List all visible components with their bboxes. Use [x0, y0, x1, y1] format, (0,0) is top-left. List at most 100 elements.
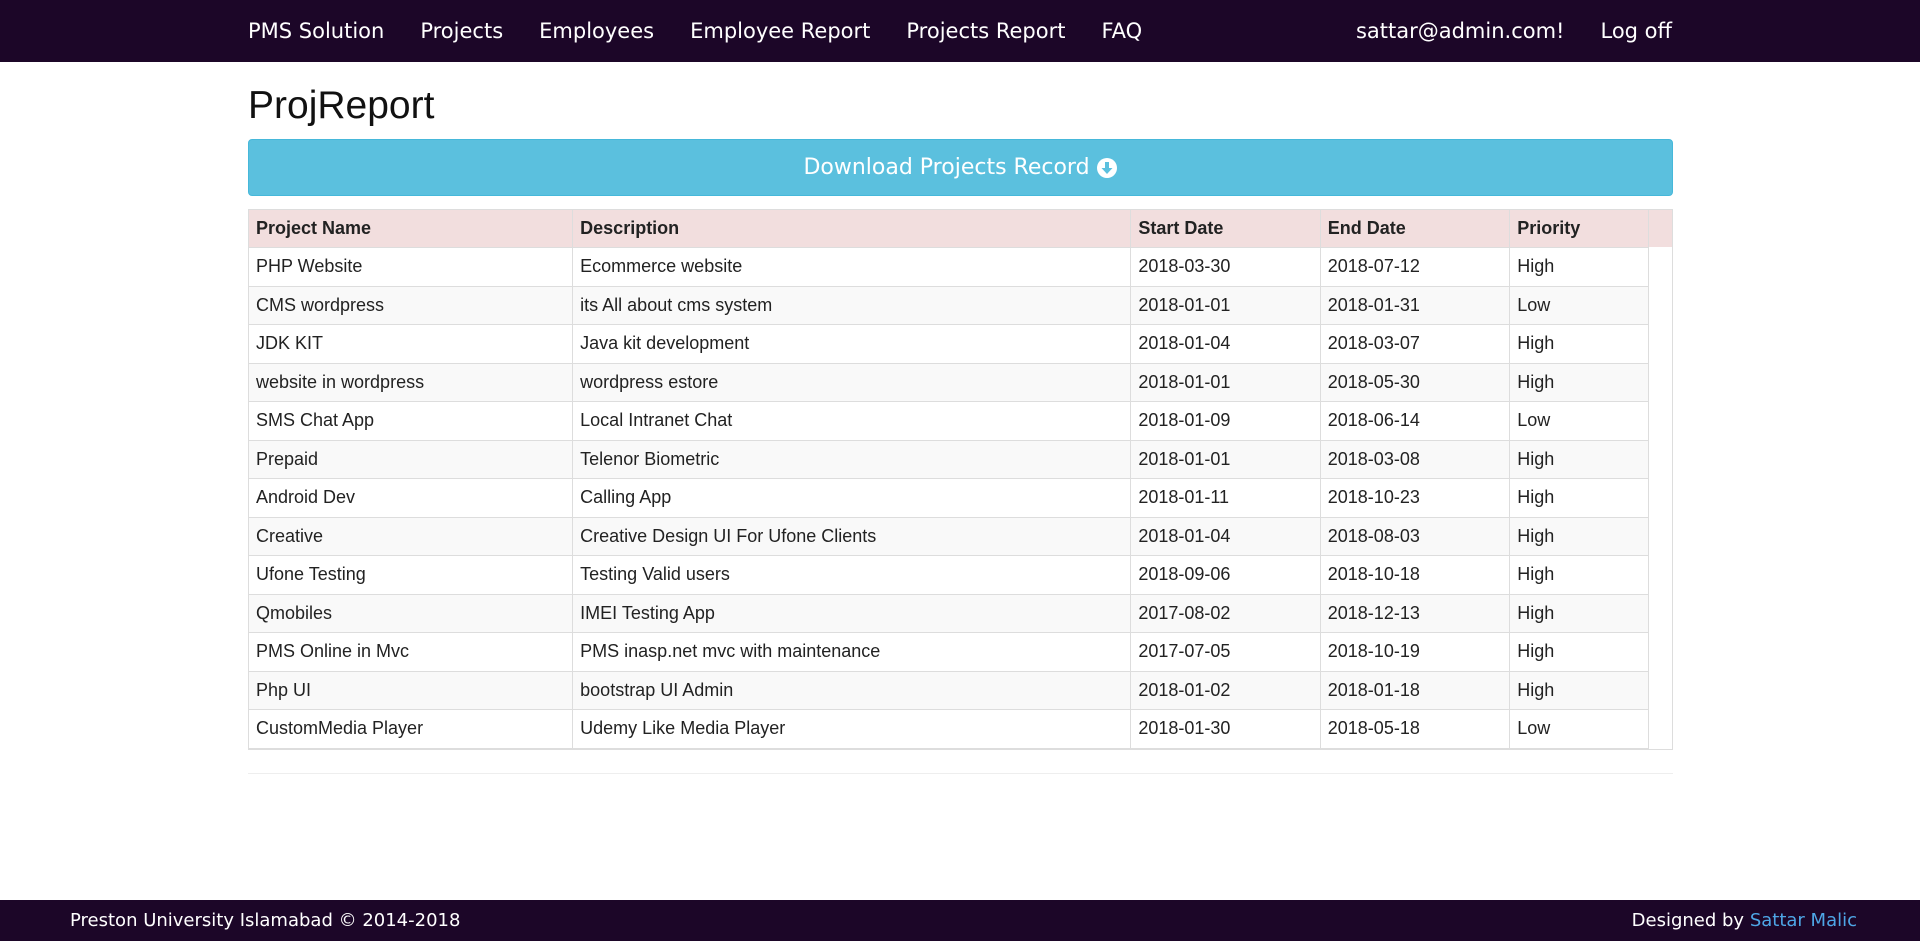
table-row: SMS Chat App Local Intranet Chat 2018-01-0… [249, 401, 1649, 441]
cell-priority: High [1509, 247, 1649, 287]
cell-description: Udemy Like Media Player [572, 709, 1132, 749]
table-row: CustomMedia Player Udemy Like Media Playe… [249, 709, 1649, 749]
table-row: Ufone Testing Testing Valid users 2018-09-… [249, 555, 1649, 595]
cell-start-date: 2018-01-01 [1130, 363, 1321, 402]
cell-end-date: 2018-05-30 [1320, 363, 1511, 402]
cell-start-date: 2018-01-30 [1130, 709, 1321, 749]
cell-start-date: 2018-01-09 [1130, 401, 1321, 441]
cell-project-name: Creative [249, 517, 574, 556]
table-scrollbar-gutter[interactable] [1648, 210, 1672, 749]
cell-start-date: 2018-01-01 [1130, 286, 1321, 325]
page-title: ProjReport [248, 84, 435, 127]
cell-start-date: 2018-01-11 [1130, 478, 1321, 518]
cell-start-date: 2018-03-30 [1130, 247, 1321, 287]
cell-priority: Low [1509, 286, 1649, 325]
cell-priority: High [1509, 363, 1649, 402]
nav-link-employee-report[interactable]: Employee Report [672, 0, 888, 62]
table-row: PMS Online in Mvc PMS inasp.net mvc with … [249, 632, 1649, 672]
footer-credit: Designed by Sattar Malic [1632, 900, 1857, 941]
cell-start-date: 2018-01-04 [1130, 517, 1321, 556]
brand-link[interactable]: PMS Solution [230, 0, 402, 62]
cell-project-name: website in wordpress [249, 363, 574, 402]
download-projects-button[interactable]: Download Projects Record [248, 139, 1673, 196]
cell-start-date: 2018-01-02 [1130, 671, 1321, 710]
cell-priority: High [1509, 555, 1649, 595]
top-navbar: PMS Solution Projects Employees Employee… [0, 0, 1920, 62]
cell-end-date: 2018-03-07 [1320, 324, 1511, 364]
nav-link-projects[interactable]: Projects [402, 0, 521, 62]
cell-start-date: 2018-09-06 [1130, 555, 1321, 595]
cell-description: Calling App [572, 478, 1132, 518]
cell-project-name: SMS Chat App [249, 401, 574, 441]
table-row: website in wordpress wordpress estore 2018… [249, 363, 1649, 402]
cell-end-date: 2018-08-03 [1320, 517, 1511, 556]
cell-description: PMS inasp.net mvc with maintenance [572, 632, 1132, 672]
cell-end-date: 2018-07-12 [1320, 247, 1511, 287]
cell-description: its All about cms system [572, 286, 1132, 325]
table-row: CMS wordpress its All about cms system 201… [249, 286, 1649, 325]
nav-link-employees[interactable]: Employees [521, 0, 672, 62]
footer-copyright: Preston University Islamabad © 2014-2018 [70, 910, 461, 931]
cell-priority: High [1509, 440, 1649, 479]
table-row: JDK KIT Java kit development 2018-01-04 201… [249, 324, 1649, 364]
cell-description: IMEI Testing App [572, 594, 1132, 633]
cell-project-name: CustomMedia Player [249, 709, 574, 749]
download-circle-icon [1096, 157, 1118, 179]
header-priority[interactable]: Priority [1509, 210, 1649, 248]
footer-designer-link[interactable]: Sattar Malic [1750, 910, 1857, 931]
cell-priority: Low [1509, 401, 1649, 441]
table-header: Project Name Description Start Date End … [249, 210, 1649, 248]
header-project-name[interactable]: Project Name [249, 210, 574, 248]
footer: Preston University Islamabad © 2014-2018… [0, 900, 1920, 941]
cell-project-name: Qmobiles [249, 594, 574, 633]
table-row: Android Dev Calling App 2018-01-11 2018-10-… [249, 478, 1649, 518]
cell-priority: High [1509, 324, 1649, 364]
logoff-link[interactable]: Log off [1582, 0, 1690, 62]
cell-project-name: Android Dev [249, 478, 574, 518]
user-account-link[interactable]: sattar@admin.com! [1338, 0, 1583, 62]
nav-link-projects-report[interactable]: Projects Report [888, 0, 1083, 62]
nav-link-faq[interactable]: FAQ [1083, 0, 1160, 62]
cell-description: Testing Valid users [572, 555, 1132, 595]
cell-description: Telenor Biometric [572, 440, 1132, 479]
table-row: PHP Website Ecommerce website 2018-03-30 20… [249, 247, 1649, 287]
cell-priority: Low [1509, 709, 1649, 749]
footer-designed-by: Designed by [1631, 910, 1750, 931]
table-row: Php UI bootstrap UI Admin 2018-01-02 2018-0… [249, 671, 1649, 710]
table-scrollbar-gutter-header [1648, 210, 1672, 247]
header-description[interactable]: Description [572, 210, 1132, 248]
cell-description: Local Intranet Chat [572, 401, 1132, 441]
table-header-row: Project Name Description Start Date End … [249, 210, 1649, 248]
projects-table: Project Name Description Start Date End … [249, 210, 1649, 749]
table-row: Qmobiles IMEI Testing App 2017-08-02 2018-1… [249, 594, 1649, 633]
header-end-date[interactable]: End Date [1320, 210, 1511, 248]
cell-description: bootstrap UI Admin [572, 671, 1132, 710]
cell-priority: High [1509, 632, 1649, 672]
cell-project-name: PMS Online in Mvc [249, 632, 574, 672]
cell-description: wordpress estore [572, 363, 1132, 402]
cell-end-date: 2018-12-13 [1320, 594, 1511, 633]
header-start-date[interactable]: Start Date [1130, 210, 1321, 248]
cell-end-date: 2018-10-19 [1320, 632, 1511, 672]
cell-end-date: 2018-01-31 [1320, 286, 1511, 325]
cell-end-date: 2018-01-18 [1320, 671, 1511, 710]
cell-description: Ecommerce website [572, 247, 1132, 287]
cell-end-date: 2018-06-14 [1320, 401, 1511, 441]
table-row: Creative Creative Design UI For Ufone Cli… [249, 517, 1649, 556]
table-row: Prepaid Telenor Biometric 2018-01-01 2018-0… [249, 440, 1649, 479]
projects-table-container: Project Name Description Start Date End … [248, 209, 1673, 750]
cell-priority: High [1509, 478, 1649, 518]
cell-priority: High [1509, 594, 1649, 633]
download-button-label: Download Projects Record [803, 155, 1090, 180]
cell-start-date: 2017-07-05 [1130, 632, 1321, 672]
cell-description: Creative Design UI For Ufone Clients [572, 517, 1132, 556]
cell-priority: High [1509, 517, 1649, 556]
cell-end-date: 2018-10-18 [1320, 555, 1511, 595]
cell-start-date: 2018-01-01 [1130, 440, 1321, 479]
cell-start-date: 2018-01-04 [1130, 324, 1321, 364]
cell-priority: High [1509, 671, 1649, 710]
cell-end-date: 2018-03-08 [1320, 440, 1511, 479]
navbar-inner: PMS Solution Projects Employees Employee… [230, 0, 1690, 62]
cell-project-name: JDK KIT [249, 324, 574, 364]
cell-end-date: 2018-10-23 [1320, 478, 1511, 518]
